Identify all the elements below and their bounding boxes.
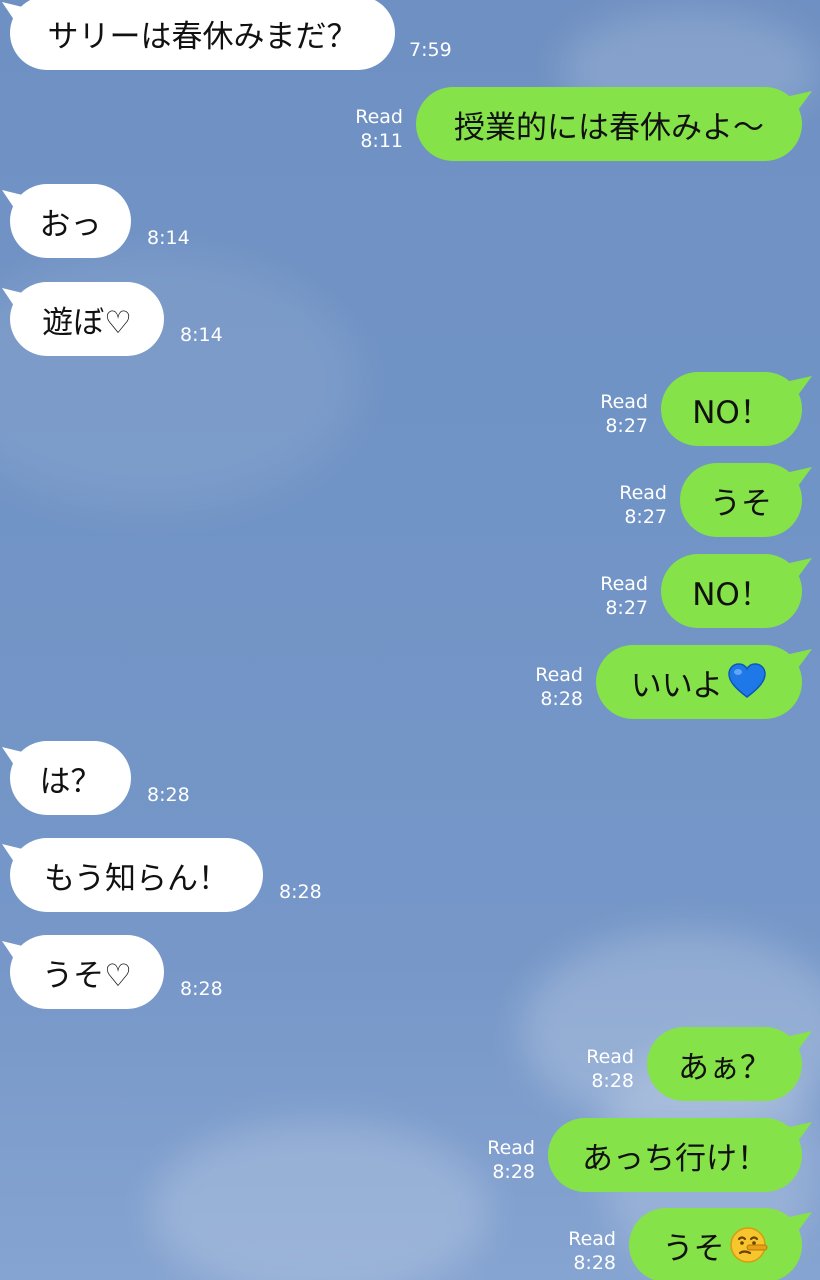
message-meta: Read 8:11	[343, 105, 403, 153]
cloud-decoration	[150, 1120, 490, 1280]
incoming-message-bubble[interactable]: は？	[10, 741, 131, 815]
message-text: うそ	[662, 1230, 725, 1267]
incoming-message-bubble[interactable]: サリーは春休みまだ？	[10, 0, 395, 70]
message-meta: Read 8:27	[588, 390, 648, 438]
message-meta: Read 8:28	[556, 1227, 616, 1275]
message-text: うそ	[710, 485, 772, 522]
read-status: Read	[568, 1228, 616, 1250]
read-status: Read	[355, 106, 403, 128]
message-text: NO！	[692, 394, 771, 431]
message-meta: Read 8:27	[607, 481, 667, 529]
message-time: 8:14	[147, 227, 190, 249]
chat-background: サリーは春休みまだ？ 7:59 Read 8:11 授業的には春休みよ〜 おっ …	[0, 0, 820, 1280]
outgoing-message-bubble[interactable]: 授業的には春休みよ〜	[416, 87, 802, 161]
message-time: 7:59	[409, 39, 452, 61]
outgoing-message-bubble[interactable]: うそ	[629, 1208, 802, 1280]
message-text: あぁ？	[678, 1049, 771, 1086]
blue-heart-icon	[728, 663, 766, 698]
outgoing-message-bubble[interactable]: いいよ	[596, 645, 802, 719]
outgoing-message-bubble[interactable]: うそ	[680, 463, 802, 537]
lying-face-icon	[729, 1227, 767, 1263]
message-time: 8:27	[624, 506, 667, 528]
outgoing-message-bubble[interactable]: あぁ？	[647, 1027, 802, 1101]
read-status: Read	[600, 573, 648, 595]
message-time: 8:28	[147, 784, 190, 806]
message-meta: Read 8:28	[574, 1045, 634, 1093]
message-text: 授業的には春休みよ〜	[454, 109, 764, 146]
outgoing-message-bubble[interactable]: あっち行け！	[548, 1118, 802, 1192]
message-text: もう知らん！	[43, 860, 230, 897]
incoming-message-bubble[interactable]: うそ♡	[10, 935, 164, 1009]
message-text: サリーは春休みまだ？	[47, 18, 358, 55]
read-status: Read	[487, 1137, 535, 1159]
message-time: 8:14	[180, 324, 223, 346]
message-time: 8:28	[573, 1252, 616, 1274]
message-text: うそ♡	[42, 957, 132, 994]
read-status: Read	[586, 1046, 634, 1068]
incoming-message-bubble[interactable]: もう知らん！	[10, 838, 263, 912]
message-meta: Read 8:28	[475, 1136, 535, 1184]
outgoing-message-bubble[interactable]: NO！	[661, 554, 802, 628]
message-text: あっち行け！	[582, 1140, 768, 1177]
message-text: 遊ぼ♡	[42, 304, 132, 341]
message-time: 8:28	[540, 688, 583, 710]
message-time: 8:28	[591, 1070, 634, 1092]
incoming-message-bubble[interactable]: 遊ぼ♡	[10, 282, 164, 356]
message-text: いいよ	[630, 667, 724, 704]
message-time: 8:27	[605, 415, 648, 437]
read-status: Read	[600, 391, 648, 413]
message-meta: Read 8:28	[523, 663, 583, 711]
message-time: 8:11	[360, 130, 403, 152]
message-time: 8:28	[492, 1161, 535, 1183]
incoming-message-bubble[interactable]: おっ	[10, 184, 131, 258]
message-text: NO！	[692, 576, 771, 613]
message-time: 8:28	[279, 881, 322, 903]
message-meta: Read 8:27	[588, 572, 648, 620]
message-text: おっ	[39, 206, 102, 243]
read-status: Read	[619, 482, 667, 504]
message-text: は？	[39, 763, 102, 800]
outgoing-message-bubble[interactable]: NO！	[661, 372, 802, 446]
message-time: 8:27	[605, 597, 648, 619]
read-status: Read	[535, 664, 583, 686]
message-time: 8:28	[180, 978, 223, 1000]
